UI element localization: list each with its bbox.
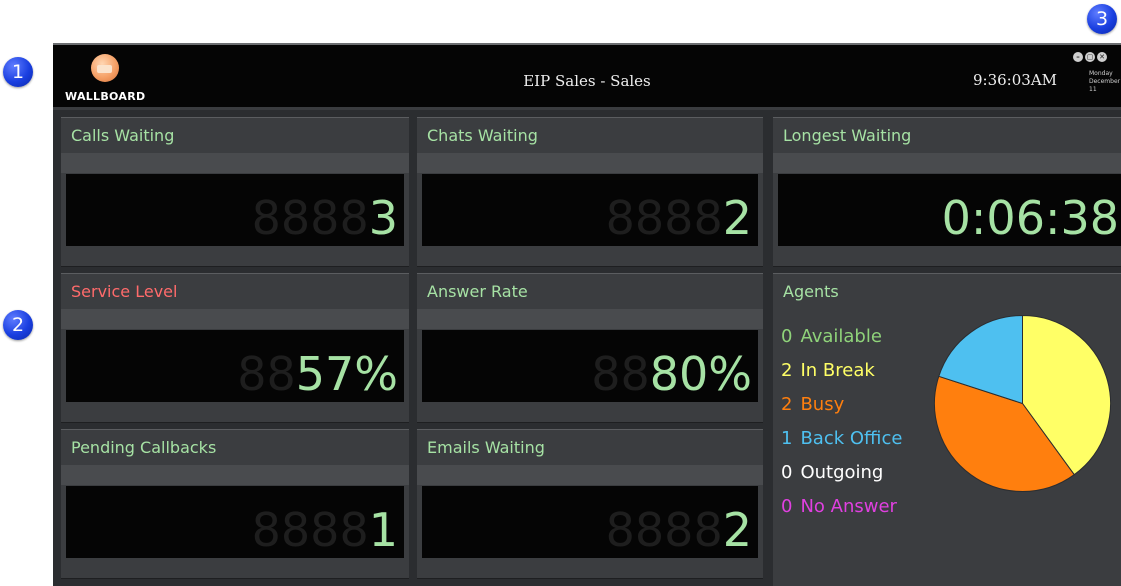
agent-count: 1	[781, 428, 793, 449]
agent-row-in-break: 2 In Break	[781, 354, 902, 388]
callout-3: 3	[1087, 4, 1117, 34]
tile-title: Chats Waiting	[427, 126, 538, 145]
agents-panel: Agents 0 Available 2 In Break 2 Busy 1 Back …	[773, 273, 1121, 586]
value-digits: 2	[722, 503, 752, 557]
tile-subbar	[61, 153, 409, 173]
value-digits: 0:06:38	[941, 191, 1119, 245]
wallboard-window: WALLBOARD EIP Sales - Sales 9:36:03AM Mo…	[53, 43, 1121, 586]
tile-title: Calls Waiting	[71, 126, 175, 145]
minimize-button[interactable]: –	[1073, 52, 1083, 62]
agents-pie-chart	[934, 314, 1111, 492]
agent-row-outgoing: 0 Outgoing	[781, 456, 902, 490]
tile-title: Service Level	[71, 282, 178, 301]
agent-row-busy: 2 Busy	[781, 388, 902, 422]
agent-row-no-answer: 0 No Answer	[781, 490, 902, 524]
clock-date-text: December 11	[1089, 78, 1121, 93]
tile-emails-waiting: Emails Waiting 88882 2	[417, 429, 763, 579]
tile-calls-waiting: Calls Waiting 88883 3	[61, 117, 409, 267]
agent-label: Available	[800, 326, 882, 347]
value-digits: 1	[368, 503, 398, 557]
tile-subbar	[61, 465, 409, 485]
tile-title: Emails Waiting	[427, 438, 545, 457]
callout-2: 2	[3, 310, 33, 340]
tile-answer-rate: Answer Rate 8880% 80%	[417, 273, 763, 423]
maximize-button[interactable]: ▢	[1085, 52, 1095, 62]
value-display: 0:06:38	[778, 174, 1121, 246]
value-display: 8880% 80%	[422, 330, 758, 402]
clock-time: 9:36:03AM	[973, 71, 1058, 89]
agent-row-back-office: 1 Back Office	[781, 422, 902, 456]
logo-text: WALLBOARD	[65, 90, 146, 103]
tile-chats-waiting: Chats Waiting 88882 2	[417, 117, 763, 267]
agent-count: 2	[781, 360, 793, 381]
tile-longest-waiting: Longest Waiting 0:06:38	[773, 117, 1121, 267]
tile-title: Pending Callbacks	[71, 438, 217, 457]
agent-count: 2	[781, 394, 793, 415]
agent-label: Outgoing	[800, 462, 884, 483]
clock-day: Monday	[1089, 70, 1113, 77]
agent-label: In Break	[800, 360, 875, 381]
agent-count: 0	[781, 326, 793, 347]
value-display: 8857% 57%	[66, 330, 404, 402]
value-digits: 80%	[649, 347, 752, 401]
tile-service-level: Service Level 8857% 57%	[61, 273, 409, 423]
agent-label: Busy	[800, 394, 845, 415]
tile-subbar	[417, 153, 763, 173]
value-digits: 57%	[295, 347, 398, 401]
agent-label: Back Office	[800, 428, 903, 449]
value-digits: 2	[722, 191, 752, 245]
value-display: 88883 3	[66, 174, 404, 246]
tile-subbar	[773, 153, 1121, 173]
tile-title: Longest Waiting	[783, 126, 912, 145]
tile-subbar	[61, 309, 409, 329]
agent-count: 0	[781, 462, 793, 483]
tile-pending-callbacks: Pending Callbacks 88881 1	[61, 429, 409, 579]
value-digits: 3	[368, 191, 398, 245]
value-display: 88882 2	[422, 486, 758, 558]
clock-date: Monday December 11	[1089, 70, 1121, 94]
callout-1: 1	[3, 57, 33, 87]
agents-title: Agents	[783, 282, 839, 301]
value-display: 88881 1	[66, 486, 404, 558]
tile-subbar	[417, 309, 763, 329]
agent-label: No Answer	[800, 496, 897, 517]
tile-subbar	[417, 465, 763, 485]
window-controls: – ▢ ✕	[1073, 52, 1107, 62]
agents-list: 0 Available 2 In Break 2 Busy 1 Back Office …	[781, 320, 902, 524]
top-bar: WALLBOARD EIP Sales - Sales 9:36:03AM Mo…	[53, 45, 1121, 110]
agent-row-available: 0 Available	[781, 320, 902, 354]
value-display: 88882 2	[422, 174, 758, 246]
agent-count: 0	[781, 496, 793, 517]
close-button[interactable]: ✕	[1097, 52, 1107, 62]
page-title: EIP Sales - Sales	[523, 72, 651, 90]
tile-title: Answer Rate	[427, 282, 528, 301]
